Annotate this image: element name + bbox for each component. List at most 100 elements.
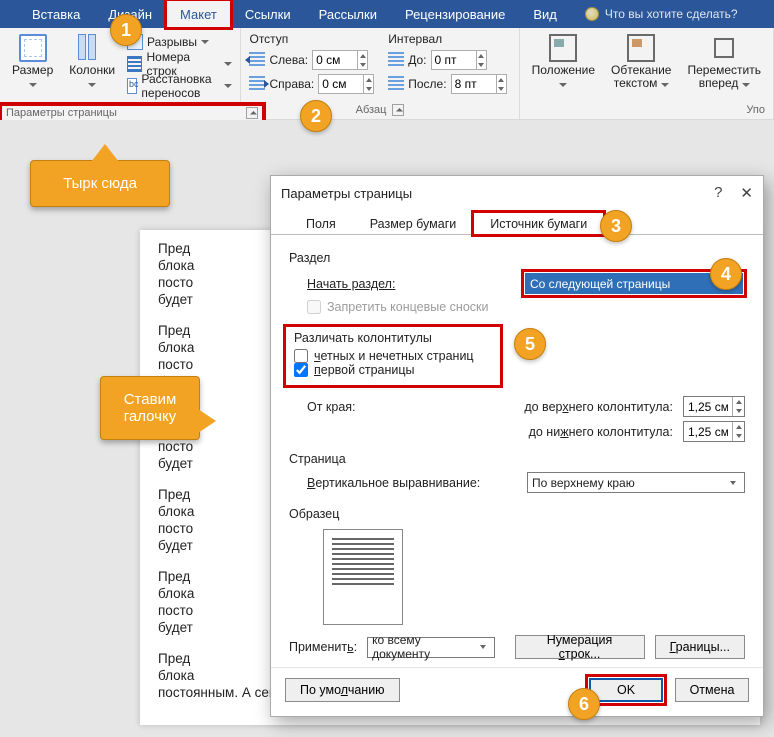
header-distance-spin[interactable]	[683, 396, 745, 417]
badge-4: 4	[710, 258, 742, 290]
spacing-title: Интервал	[388, 32, 506, 46]
borders-button[interactable]: Границы...	[655, 635, 745, 659]
valign-combo[interactable]: По верхнему краю	[527, 472, 745, 493]
columns-button[interactable]: Колонки	[65, 32, 119, 102]
spacing-after-input[interactable]	[452, 77, 496, 91]
valign-value: По верхнему краю	[532, 476, 635, 490]
tab-insert[interactable]: Вставка	[18, 0, 94, 28]
chevron-down-icon	[224, 84, 232, 88]
tab-review[interactable]: Рецензирование	[391, 0, 519, 28]
line-numbers-dlg-button[interactable]: Нумерация строк...	[515, 635, 645, 659]
badge-1: 1	[110, 14, 142, 46]
paragraph-launcher-icon[interactable]	[392, 104, 404, 116]
spacing-after-icon	[388, 76, 404, 92]
section-start-label: Начать раздел:	[307, 277, 395, 291]
first-page-checkbox-row[interactable]: первой страницы	[294, 363, 492, 377]
arrange-group-label: Упо	[746, 104, 765, 116]
indent-left-label: Слева:	[269, 53, 308, 67]
odd-even-checkbox[interactable]	[294, 349, 308, 363]
tab-references[interactable]: Ссылки	[231, 0, 305, 28]
spacing-before-label: До:	[408, 53, 426, 67]
first-page-checkbox[interactable]	[294, 363, 308, 377]
indent-left-spin[interactable]	[312, 50, 368, 70]
page-setup-dialog: Параметры страницы ? ✕ Поля Размер бумаг…	[270, 175, 764, 717]
position-button[interactable]: Положение	[528, 32, 599, 102]
page-size-icon	[19, 34, 47, 62]
odd-even-checkbox-row[interactable]: четных и нечетных страниц	[294, 349, 492, 363]
spacing-before-icon	[388, 52, 404, 68]
breaks-label: Разрывы	[147, 35, 197, 49]
badge-3: 3	[600, 210, 632, 242]
dialog-help-button[interactable]: ?	[714, 184, 722, 202]
line-numbers-icon	[127, 56, 142, 72]
chevron-down-icon	[742, 83, 750, 87]
headers-footers-group: Различать колонтитулы четных и нечетных …	[283, 324, 503, 388]
default-button[interactable]: По умолчанию	[285, 678, 400, 702]
apply-to-combo[interactable]: ко всему документу	[367, 637, 494, 658]
headers-footers-title: Различать колонтитулы	[294, 331, 492, 345]
bring-forward-button[interactable]: Переместить вперед	[683, 32, 765, 102]
tab-paper-size[interactable]: Размер бумаги	[353, 212, 474, 235]
callout-check-box: Ставим галочку	[100, 376, 200, 440]
apply-to-value: ко всему документу	[372, 633, 476, 661]
line-numbers-button[interactable]: Номера строк	[127, 54, 232, 74]
columns-icon	[78, 34, 106, 62]
ok-button[interactable]: OK	[589, 678, 663, 702]
badge-6: 6	[568, 688, 600, 720]
chevron-down-icon	[661, 83, 669, 87]
tab-layout[interactable]: Макет	[166, 0, 231, 28]
preview-icon	[323, 529, 403, 625]
breaks-button[interactable]: Разрывы	[127, 32, 232, 52]
paragraph-group-label: Абзац	[356, 104, 387, 116]
indent-right-input[interactable]	[319, 77, 363, 91]
section-start-value: Со следующей страницы	[530, 277, 670, 291]
chevron-down-icon	[88, 83, 96, 87]
indent-right-spin[interactable]	[318, 74, 374, 94]
dialog-close-button[interactable]: ✕	[740, 184, 753, 202]
section-section-title: Раздел	[289, 251, 745, 265]
tab-view[interactable]: Вид	[519, 0, 571, 28]
first-page-label: ервой страницы	[321, 363, 415, 377]
lightbulb-icon	[585, 7, 599, 21]
tab-paper-source[interactable]: Источник бумаги	[473, 212, 604, 235]
odd-even-label: етных и нечетных страниц	[321, 349, 474, 363]
position-icon	[549, 34, 577, 62]
chevron-down-icon	[29, 83, 37, 87]
text-wrap-button[interactable]: Обтекание текстом	[607, 32, 675, 102]
chevron-down-icon	[559, 83, 567, 87]
page-section-title: Страница	[289, 452, 745, 466]
hyphenation-label: Расстановка переносов	[141, 72, 220, 100]
tab-fields[interactable]: Поля	[289, 212, 353, 235]
tell-me-label: Что вы хотите сделать?	[605, 7, 738, 21]
spacing-before-spin[interactable]	[431, 50, 487, 70]
suppress-endnotes-checkbox	[307, 300, 321, 314]
chevron-down-icon	[201, 40, 209, 44]
spacing-before-input[interactable]	[432, 53, 476, 67]
badge-2: 2	[300, 100, 332, 132]
position-label: Положение	[532, 63, 595, 77]
footer-distance-input[interactable]	[684, 422, 732, 441]
tell-me[interactable]: Что вы хотите сделать?	[571, 0, 738, 28]
header-distance-input[interactable]	[684, 397, 732, 416]
dialog-tabs: Поля Размер бумаги Источник бумаги	[271, 210, 763, 235]
dialog-title: Параметры страницы	[281, 186, 412, 201]
cancel-button[interactable]: Отмена	[675, 678, 749, 702]
size-button[interactable]: Размер	[8, 32, 57, 102]
indent-left-icon	[249, 52, 265, 68]
columns-label: Колонки	[69, 63, 115, 77]
hyphenation-button[interactable]: Расстановка переносов	[127, 76, 232, 96]
text-wrap-icon	[627, 34, 655, 62]
preview-title: Образец	[289, 507, 745, 521]
indent-left-input[interactable]	[313, 53, 357, 67]
bring-forward-icon	[710, 34, 738, 62]
indent-right-label: Справа:	[269, 77, 314, 91]
footer-distance-spin[interactable]	[683, 421, 745, 442]
spacing-after-spin[interactable]	[451, 74, 507, 94]
tab-mailings[interactable]: Рассылки	[305, 0, 391, 28]
badge-5: 5	[514, 328, 546, 360]
page-setup-launcher-icon[interactable]	[246, 107, 258, 119]
bring-forward-label: Переместить вперед	[687, 63, 761, 90]
hyphenation-icon	[127, 78, 137, 94]
from-edge-label: От края:	[307, 400, 356, 414]
indent-title: Отступ	[249, 32, 374, 46]
